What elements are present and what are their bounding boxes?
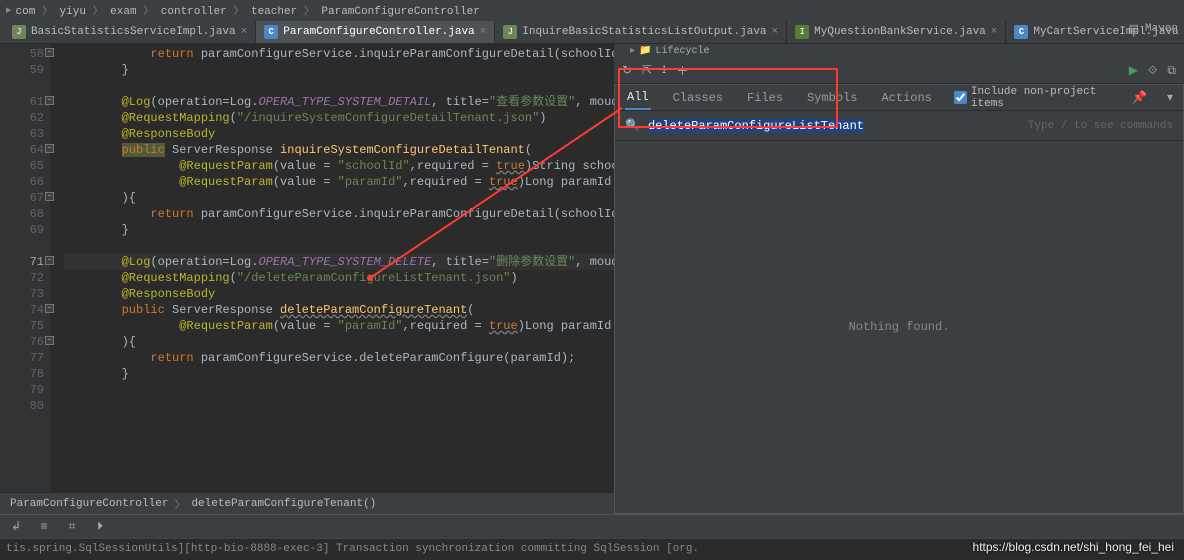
skip-icon[interactable]: ⧉	[1167, 64, 1176, 78]
file-icon: J	[12, 25, 26, 39]
breadcrumb-item[interactable]: ParamConfigureController	[321, 6, 479, 18]
editor-tab[interactable]: J BasicStatisticsServiceImpl.java ×	[4, 21, 256, 43]
add-icon[interactable]: ＋	[676, 62, 688, 79]
breadcrumb-item[interactable]: com	[16, 6, 36, 18]
collapse-icon[interactable]: ⇱	[642, 63, 652, 78]
breadcrumb: ▸ com 〉 yiyu 〉 exam 〉 controller 〉 teach…	[0, 0, 1184, 20]
file-icon: C	[1014, 25, 1028, 39]
tab-all[interactable]: All	[625, 86, 651, 110]
filter-icon[interactable]: ▾	[1167, 90, 1173, 105]
breadcrumb-item[interactable]: exam	[110, 6, 136, 18]
editor-tabs: J BasicStatisticsServiceImpl.java × C ParamC…	[0, 20, 1184, 44]
se-tabs: All Classes Files Symbols Actions Includ…	[615, 85, 1183, 111]
code[interactable]: return paramConfigureService.inquirePara…	[50, 44, 614, 492]
debug-icon[interactable]: ⟐	[1148, 64, 1157, 78]
tabs-list-icon[interactable]: ▤	[1129, 22, 1139, 36]
breadcrumb-item[interactable]: yiyu	[60, 6, 86, 18]
tool-d[interactable]: ⏵	[92, 519, 108, 535]
breadcrumb-item[interactable]: controller	[161, 6, 227, 18]
maven-toolbar: ↻ ⇱ ⭳ ＋ ▶ ⟐ ⧉	[614, 58, 1184, 84]
tool-b[interactable]: ≡	[36, 519, 52, 535]
close-icon[interactable]: ×	[480, 26, 487, 38]
tab-label: ParamConfigureController.java	[283, 26, 474, 38]
search-input[interactable]	[648, 119, 1020, 133]
close-icon[interactable]: ×	[241, 26, 248, 38]
breadcrumb-bottom: ParamConfigureController 〉 deleteParamCo…	[0, 492, 614, 514]
pin-icon[interactable]: 📌	[1132, 90, 1147, 105]
se-search-row: 🔍 Type / to see commands	[615, 111, 1183, 141]
reload-icon[interactable]: ↻	[622, 63, 632, 78]
tabs-overflow[interactable]: ▤ Maven	[1129, 22, 1178, 36]
search-everywhere-popup: All Classes Files Symbols Actions Includ…	[614, 84, 1184, 514]
download-icon[interactable]: ⭳	[662, 60, 666, 81]
crumb-method[interactable]: deleteParamConfigureTenant()	[191, 498, 376, 510]
editor-tab[interactable]: J InquireBasicStatisticsListOutput.java ×	[495, 21, 787, 43]
folder-icon: ▸	[6, 3, 12, 17]
tab-actions[interactable]: Actions	[879, 87, 933, 109]
tool-c[interactable]: ⌗	[64, 519, 80, 535]
gutter: 58−5961−626364−656667−686971−727374−7576…	[0, 44, 50, 492]
file-icon: C	[264, 25, 278, 39]
maven-tree[interactable]: ▸📁Lifecycle	[614, 44, 1184, 58]
watermark: https://blog.csdn.net/shi_hong_fei_hei	[973, 540, 1174, 554]
tab-label: BasicStatisticsServiceImpl.java	[31, 26, 236, 38]
breadcrumb-item[interactable]: teacher	[251, 6, 297, 18]
bottom-toolbar: ↲ ≡ ⌗ ⏵	[0, 514, 1184, 538]
search-icon: 🔍	[625, 118, 640, 133]
file-icon: I	[795, 25, 809, 39]
editor-tab[interactable]: I MyQuestionBankService.java ×	[787, 21, 1006, 43]
crumb-class[interactable]: ParamConfigureController	[10, 498, 168, 510]
tab-files[interactable]: Files	[745, 87, 785, 109]
include-nonproject-checkbox[interactable]: Include non-project items	[954, 86, 1112, 110]
close-icon[interactable]: ×	[991, 26, 998, 38]
tab-classes[interactable]: Classes	[671, 87, 725, 109]
tool-a[interactable]: ↲	[8, 519, 24, 535]
tab-symbols[interactable]: Symbols	[805, 87, 859, 109]
se-results: Nothing found.	[615, 141, 1183, 513]
tab-label: MyQuestionBankService.java	[814, 26, 986, 38]
search-hint: Type / to see commands	[1028, 120, 1173, 132]
maven-label[interactable]: Maven	[1145, 23, 1178, 35]
editor-tab[interactable]: C ParamConfigureController.java ×	[256, 21, 495, 43]
file-icon: J	[503, 25, 517, 39]
tab-label: InquireBasicStatisticsListOutput.java	[522, 26, 766, 38]
run-icon[interactable]: ▶	[1129, 63, 1138, 78]
nothing-found-label: Nothing found.	[849, 320, 950, 334]
close-icon[interactable]: ×	[772, 26, 779, 38]
